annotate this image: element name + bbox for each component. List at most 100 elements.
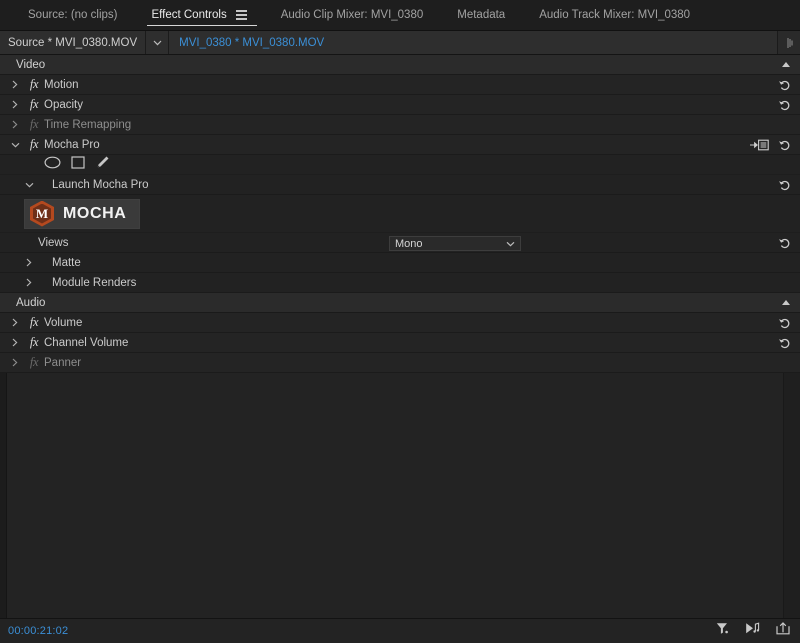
group-controls — [781, 293, 800, 312]
effect-label: Motion — [44, 78, 79, 91]
mocha-badge-letter: M — [35, 206, 49, 221]
row-controls — [778, 95, 800, 114]
effect-label: Time Remapping — [44, 118, 132, 131]
reset-icon[interactable] — [778, 317, 791, 329]
reset-icon[interactable] — [778, 99, 791, 111]
effect-label: Volume — [44, 316, 83, 329]
mocha-wordmark: MOCHA — [63, 204, 127, 222]
target-clip-text: MVI_0380 * MVI_0380.MOV — [179, 36, 325, 49]
tab-effect-controls[interactable]: Effect Controls — [137, 0, 266, 30]
mask-tool-strip — [0, 155, 800, 175]
effect-label: Opacity — [44, 98, 83, 111]
chevron-down-icon[interactable] — [6, 142, 24, 148]
reset-icon[interactable] — [778, 79, 791, 91]
rectangle-icon[interactable] — [71, 155, 85, 174]
row-controls — [778, 75, 800, 94]
chevron-right-icon[interactable] — [6, 358, 24, 367]
effect-label: Panner — [44, 356, 82, 369]
chevron-right-icon[interactable] — [6, 120, 24, 129]
group-header-video[interactable]: Video — [0, 55, 800, 75]
target-clip-label[interactable]: MVI_0380 * MVI_0380.MOV — [169, 31, 777, 54]
tab-audio-track-mixer[interactable]: Audio Track Mixer: MVI_0380 — [525, 0, 710, 30]
tab-source[interactable]: Source: (no clips) — [14, 0, 137, 30]
row-launch-mocha-pro[interactable]: Launch Mocha Pro — [0, 175, 800, 195]
row-module-renders[interactable]: Module Renders — [0, 273, 800, 293]
export-icon[interactable] — [776, 622, 790, 640]
launch-mocha-pro-button[interactable]: M MOCHA — [24, 198, 141, 229]
effect-row-mocha-pro[interactable]: fx Mocha Pro — [0, 135, 800, 155]
hamburger-menu-icon[interactable] — [235, 10, 247, 20]
triangle-up-icon[interactable] — [781, 61, 791, 68]
chevron-right-icon[interactable] — [20, 258, 38, 267]
source-clip-text: Source * MVI_0380.MOV — [8, 36, 138, 49]
triangle-up-icon[interactable] — [781, 299, 791, 306]
chevron-right-icon[interactable] — [6, 338, 24, 347]
row-matte[interactable]: Matte — [0, 253, 800, 273]
tab-label: Audio Clip Mixer: MVI_0380 — [280, 9, 424, 21]
tab-label: Metadata — [457, 9, 506, 21]
fx-badge-icon: fx — [29, 137, 39, 151]
property-label: Views — [38, 236, 69, 249]
tab-audio-clip-mixer[interactable]: Audio Clip Mixer: MVI_0380 — [267, 0, 444, 30]
status-bar: 00:00:21:02 — [0, 618, 800, 643]
reset-icon[interactable] — [778, 337, 791, 349]
ellipse-icon[interactable] — [44, 156, 61, 174]
effect-row-time-remapping[interactable]: fx Time Remapping — [0, 115, 800, 135]
chevron-right-icon[interactable] — [20, 278, 38, 287]
mask-tools — [6, 155, 110, 174]
active-tab-underline — [147, 24, 257, 26]
property-label: Module Renders — [52, 276, 137, 289]
chevron-down-icon[interactable] — [146, 31, 170, 54]
row-controls — [778, 333, 800, 352]
chevron-down-icon[interactable] — [20, 182, 38, 188]
reset-icon[interactable] — [778, 139, 791, 151]
tab-metadata[interactable]: Metadata — [443, 0, 525, 30]
row-views[interactable]: Views Mono — [0, 233, 800, 253]
property-label: Launch Mocha Pro — [52, 178, 149, 191]
chevron-right-icon[interactable] — [6, 100, 24, 109]
fx-badge-icon: fx — [29, 97, 39, 111]
views-dropdown[interactable]: Mono — [389, 236, 521, 251]
filter-icon[interactable] — [716, 622, 729, 640]
property-label: Matte — [52, 256, 81, 269]
effect-row-motion[interactable]: fx Motion — [0, 75, 800, 95]
effect-row-panner[interactable]: fx Panner — [0, 353, 800, 373]
timecode-display[interactable]: 00:00:21:02 — [8, 625, 68, 637]
panel-tab-bar: Source: (no clips) Effect Controls Audio… — [0, 0, 800, 31]
effects-list: Video fx Motion fx Opacity fx Time Remap… — [0, 55, 800, 618]
fx-badge-icon: fx — [29, 315, 39, 329]
effect-row-volume[interactable]: fx Volume — [0, 313, 800, 333]
pen-icon[interactable] — [95, 155, 110, 174]
group-controls — [781, 55, 800, 74]
group-label: Video — [16, 58, 46, 71]
tab-label: Source: (no clips) — [28, 9, 118, 21]
send-to-list-icon[interactable] — [750, 139, 770, 151]
row-mocha-logo: M MOCHA — [0, 195, 800, 233]
group-label: Audio — [16, 296, 46, 309]
row-controls — [750, 135, 800, 154]
views-value-text: Mono — [395, 237, 423, 250]
effect-row-channel-volume[interactable]: fx Channel Volume — [0, 333, 800, 353]
fx-badge-icon: fx — [29, 355, 39, 369]
group-header-audio[interactable]: Audio — [0, 293, 800, 313]
status-bar-icons — [716, 622, 790, 640]
source-clip-label[interactable]: Source * MVI_0380.MOV — [0, 31, 147, 54]
row-controls — [778, 233, 800, 252]
play-audio-icon[interactable] — [745, 622, 760, 640]
reset-icon[interactable] — [778, 237, 791, 249]
effect-label: Mocha Pro — [44, 138, 100, 151]
row-controls — [778, 175, 800, 194]
chevron-right-icon[interactable] — [6, 80, 24, 89]
clip-selector-bar: Source * MVI_0380.MOV MVI_0380 * MVI_038… — [0, 31, 800, 55]
tab-label: Effect Controls — [151, 9, 227, 21]
effect-label: Channel Volume — [44, 336, 129, 349]
tab-label: Audio Track Mixer: MVI_0380 — [539, 9, 691, 21]
fx-badge-icon: fx — [29, 77, 39, 91]
mocha-hexagon-icon: M — [30, 200, 54, 227]
row-controls — [778, 313, 800, 332]
reset-icon[interactable] — [778, 179, 791, 191]
chevron-right-icon[interactable] — [6, 318, 24, 327]
fx-badge-icon: fx — [29, 117, 39, 131]
effect-row-opacity[interactable]: fx Opacity — [0, 95, 800, 115]
panel-resize-handle-icon[interactable] — [777, 31, 800, 54]
